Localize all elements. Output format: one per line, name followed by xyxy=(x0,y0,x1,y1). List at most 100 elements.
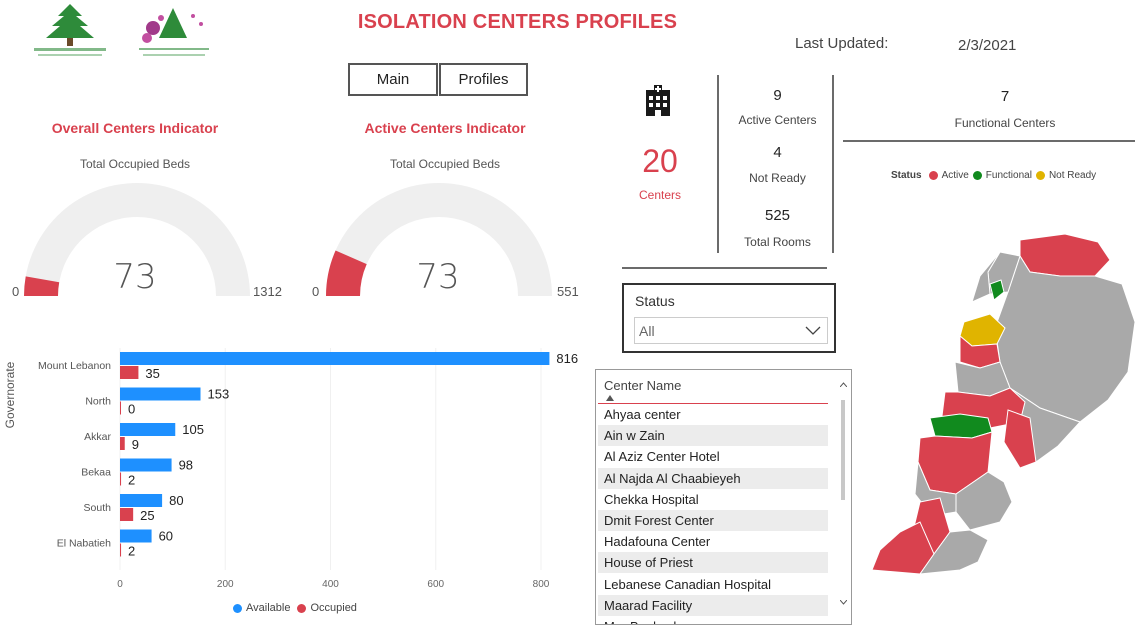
center-list-item[interactable]: Mar Boulos house xyxy=(598,616,828,624)
bar-available xyxy=(120,423,176,436)
main-button[interactable]: Main xyxy=(348,63,438,96)
not-ready-label: Not Ready xyxy=(749,171,806,185)
y-category-label: North xyxy=(85,396,111,408)
last-updated-label: Last Updated: xyxy=(795,35,889,52)
bar-available-label: 105 xyxy=(182,422,204,437)
active-gauge-min: 0 xyxy=(312,284,320,299)
governorate-bar-chart: Governorate 0 200 400 600 800 Mount Lebanon 81… xyxy=(0,340,590,625)
region-functional-north xyxy=(989,279,1005,301)
bar-occupied-label: 9 xyxy=(132,437,139,452)
list-scrollbar-thumb[interactable] xyxy=(841,400,845,500)
centers-label: Centers xyxy=(638,188,682,202)
centers-count: 20 xyxy=(642,143,678,179)
total-rooms-value: 525 xyxy=(764,207,791,224)
profiles-button[interactable]: Profiles xyxy=(439,63,528,96)
bar-occupied xyxy=(120,366,139,379)
kpi-divider-bottom xyxy=(622,267,827,269)
overall-gauge-min: 0 xyxy=(12,284,20,299)
legend-functional-label: Functional xyxy=(985,170,1032,181)
x-tick-label: 600 xyxy=(427,579,444,590)
map-legend-title: Status xyxy=(891,170,922,181)
overall-gauge-subtitle: Total Occupied Beds xyxy=(79,157,191,171)
center-list-item[interactable]: Al Najda Al Chaabieyeh xyxy=(598,467,828,489)
y-category-label: Akkar xyxy=(84,431,111,443)
bar-available-label: 816 xyxy=(556,351,578,366)
center-list-item[interactable]: Hadafouna Center xyxy=(598,531,828,552)
center-list-item[interactable]: Ain w Zain xyxy=(598,425,828,447)
active-gauge-value: 73 xyxy=(416,257,460,297)
bar-available-label: 153 xyxy=(208,387,230,402)
bar-available xyxy=(120,352,550,365)
hospital-icon xyxy=(646,85,670,116)
bar-available-label: 98 xyxy=(179,458,193,473)
map-legend: Status Active Functional Not Ready xyxy=(891,170,1096,181)
center-list-item[interactable]: Al Aziz Center Hotel xyxy=(598,446,828,467)
functional-centers-label: Functional Centers xyxy=(954,116,1056,130)
status-slicer[interactable]: Status All xyxy=(622,283,836,353)
legend-active-label: Active xyxy=(941,170,969,181)
last-updated-value: 2/3/2021 xyxy=(958,37,1017,54)
status-dropdown[interactable]: All xyxy=(634,317,828,344)
bar-available-label: 60 xyxy=(159,529,173,544)
legend-not-ready-label: Not Ready xyxy=(1048,170,1097,181)
region-akkar xyxy=(1019,233,1111,277)
legend-available-label: Available xyxy=(246,602,291,614)
legend-occupied-dot xyxy=(297,603,307,613)
functional-divider xyxy=(843,140,1135,142)
center-list-item[interactable]: Maarad Facility xyxy=(598,594,828,616)
sort-asc-icon[interactable] xyxy=(606,395,614,401)
scroll-up-icon[interactable] xyxy=(840,382,847,387)
active-gauge-subtitle: Total Occupied Beds xyxy=(389,157,501,171)
lebanon-map[interactable] xyxy=(860,232,1135,577)
not-ready-value: 4 xyxy=(773,144,782,161)
overall-gauge-value: 73 xyxy=(113,257,157,297)
x-tick-label: 0 xyxy=(117,579,123,590)
bar-available xyxy=(120,387,201,401)
center-list-item[interactable]: Ahyaa center xyxy=(598,404,828,425)
total-rooms-label: Total Rooms xyxy=(744,235,811,249)
chart-legend: Available Occupied xyxy=(233,602,357,614)
y-category-label: Mount Lebanon xyxy=(38,360,111,372)
bar-available-label: 80 xyxy=(169,493,183,508)
bar-occupied xyxy=(120,437,125,450)
legend-not-ready-dot xyxy=(1035,171,1045,180)
center-list-item[interactable]: Lebanese Canadian Hospital xyxy=(598,574,828,595)
legend-functional-dot xyxy=(972,171,982,180)
legend-active-dot xyxy=(928,171,938,180)
kpi-divider-left xyxy=(717,75,719,253)
x-tick-label: 200 xyxy=(217,579,234,590)
bar-occupied-label: 0 xyxy=(128,402,135,417)
center-list-item[interactable]: Dmit Forest Center xyxy=(598,510,828,531)
y-category-label: El Nabatieh xyxy=(57,538,111,550)
active-centers-value: 9 xyxy=(773,87,782,104)
x-tick-label: 800 xyxy=(533,579,550,590)
bar-available xyxy=(120,458,172,472)
y-category-label: Bekaa xyxy=(81,467,111,479)
bar-available xyxy=(120,494,163,507)
bar-occupied xyxy=(120,401,121,415)
center-list-item[interactable]: House of Priest xyxy=(598,552,828,574)
bar-chart-svg: 0 200 400 600 800 Mount Lebanon 816 35 North 153 0… xyxy=(38,348,578,590)
chevron-down-icon xyxy=(805,326,821,335)
legend-occupied-label: Occupied xyxy=(310,602,357,614)
legend-available-dot xyxy=(233,603,242,613)
y-category-label: South xyxy=(84,502,112,514)
bar-occupied xyxy=(120,508,134,521)
bar-occupied-label: 35 xyxy=(145,366,159,381)
overall-gauge-max: 1312 xyxy=(253,284,282,299)
center-list[interactable]: Center Name Ahyaa center Ain w Zain Al Azi… xyxy=(595,369,852,625)
overall-gauge-title: Overall Centers Indicator xyxy=(51,120,219,136)
center-list-header[interactable]: Center Name xyxy=(604,378,681,393)
bar-occupied xyxy=(120,472,122,486)
center-list-item[interactable]: Chekka Hospital xyxy=(598,489,828,510)
active-gauge-max: 551 xyxy=(557,284,579,299)
active-gauge-title: Active Centers Indicator xyxy=(364,120,526,136)
page-title: ISOLATION CENTERS PROFILES xyxy=(357,11,678,33)
scroll-down-icon[interactable] xyxy=(840,600,847,605)
status-slicer-title: Status xyxy=(635,293,675,309)
bar-occupied-label: 2 xyxy=(128,544,135,559)
kpi-divider-right xyxy=(832,75,834,253)
bar-occupied-label: 25 xyxy=(140,508,154,523)
functional-centers-value: 7 xyxy=(1000,88,1010,105)
bar-available xyxy=(120,529,152,543)
